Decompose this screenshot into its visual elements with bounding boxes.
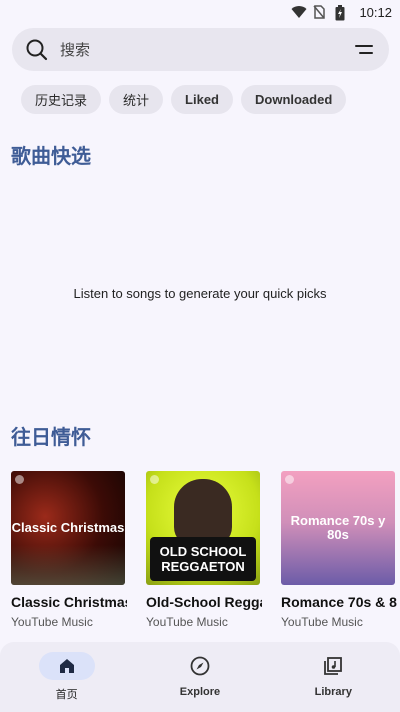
nav-explore[interactable]: Explore <box>140 652 260 698</box>
bottom-navigation: 首页 Explore Library <box>0 642 400 712</box>
nav-library-label: Library <box>314 686 352 698</box>
clock: 10:12 <box>359 4 392 20</box>
no-sim-icon <box>313 5 327 19</box>
playlist-carousel: Classic Christmas Classic Christmas YouT… <box>11 471 400 629</box>
badge-dot <box>150 475 159 484</box>
artwork-text: Romance 70s y 80s <box>290 513 386 542</box>
chip-stats[interactable]: 统计 <box>109 85 164 114</box>
playlist-artwork: Classic Christmas <box>11 471 125 585</box>
badge-dot <box>15 475 24 484</box>
playlist-artwork: Romance 70s y 80s <box>281 471 395 585</box>
playlist-card[interactable]: Classic Christmas Classic Christmas YouT… <box>11 471 127 629</box>
playlist-artwork: OLD SCHOOL REGGAETON <box>146 471 260 585</box>
nav-home-indicator <box>38 652 95 680</box>
nav-home-label: 首页 <box>55 689 78 701</box>
past-section-title: 往日情怀 <box>11 427 91 449</box>
search-bar[interactable]: 搜索 <box>12 28 389 71</box>
compass-icon <box>190 656 210 676</box>
nav-library[interactable]: Library <box>273 652 393 698</box>
wifi-icon <box>291 5 307 19</box>
quick-picks-title: 歌曲快选 <box>11 146 91 168</box>
menu-icon[interactable] <box>353 39 375 61</box>
artwork-text: OLD SCHOOL REGGAETON <box>150 537 256 581</box>
filter-chips: 历史记录 统计 Liked Downloaded <box>21 85 347 114</box>
battery-charging-icon <box>335 5 349 21</box>
search-icon[interactable] <box>26 39 48 61</box>
status-bar: 10:12 <box>0 0 400 24</box>
chip-history[interactable]: 历史记录 <box>21 85 102 114</box>
home-icon <box>58 657 76 675</box>
playlist-card[interactable]: Romance 70s y 80s Romance 70s & 80s YouT… <box>281 471 397 629</box>
nav-explore-indicator <box>172 652 228 680</box>
quick-picks-empty-message: Listen to songs to generate your quick p… <box>73 286 327 301</box>
library-icon <box>323 656 343 676</box>
chip-downloaded[interactable]: Downloaded <box>241 85 347 114</box>
playlist-subtitle: YouTube Music <box>146 615 228 629</box>
playlist-subtitle: YouTube Music <box>11 615 93 629</box>
nav-library-indicator <box>305 652 361 680</box>
playlist-title: Old-School Reggaeton <box>146 594 262 610</box>
playlist-subtitle: YouTube Music <box>281 615 363 629</box>
chip-liked[interactable]: Liked <box>171 85 233 114</box>
search-input[interactable]: 搜索 <box>60 39 353 60</box>
badge-dot <box>285 475 294 484</box>
nav-explore-label: Explore <box>179 686 221 698</box>
playlist-title: Classic Christmas <box>11 594 127 610</box>
artwork-text: Classic Christmas <box>11 520 125 535</box>
playlist-card[interactable]: OLD SCHOOL REGGAETON Old-School Reggaeto… <box>146 471 262 629</box>
nav-home[interactable]: 首页 <box>7 652 127 702</box>
playlist-title: Romance 70s & 80s <box>281 594 397 610</box>
